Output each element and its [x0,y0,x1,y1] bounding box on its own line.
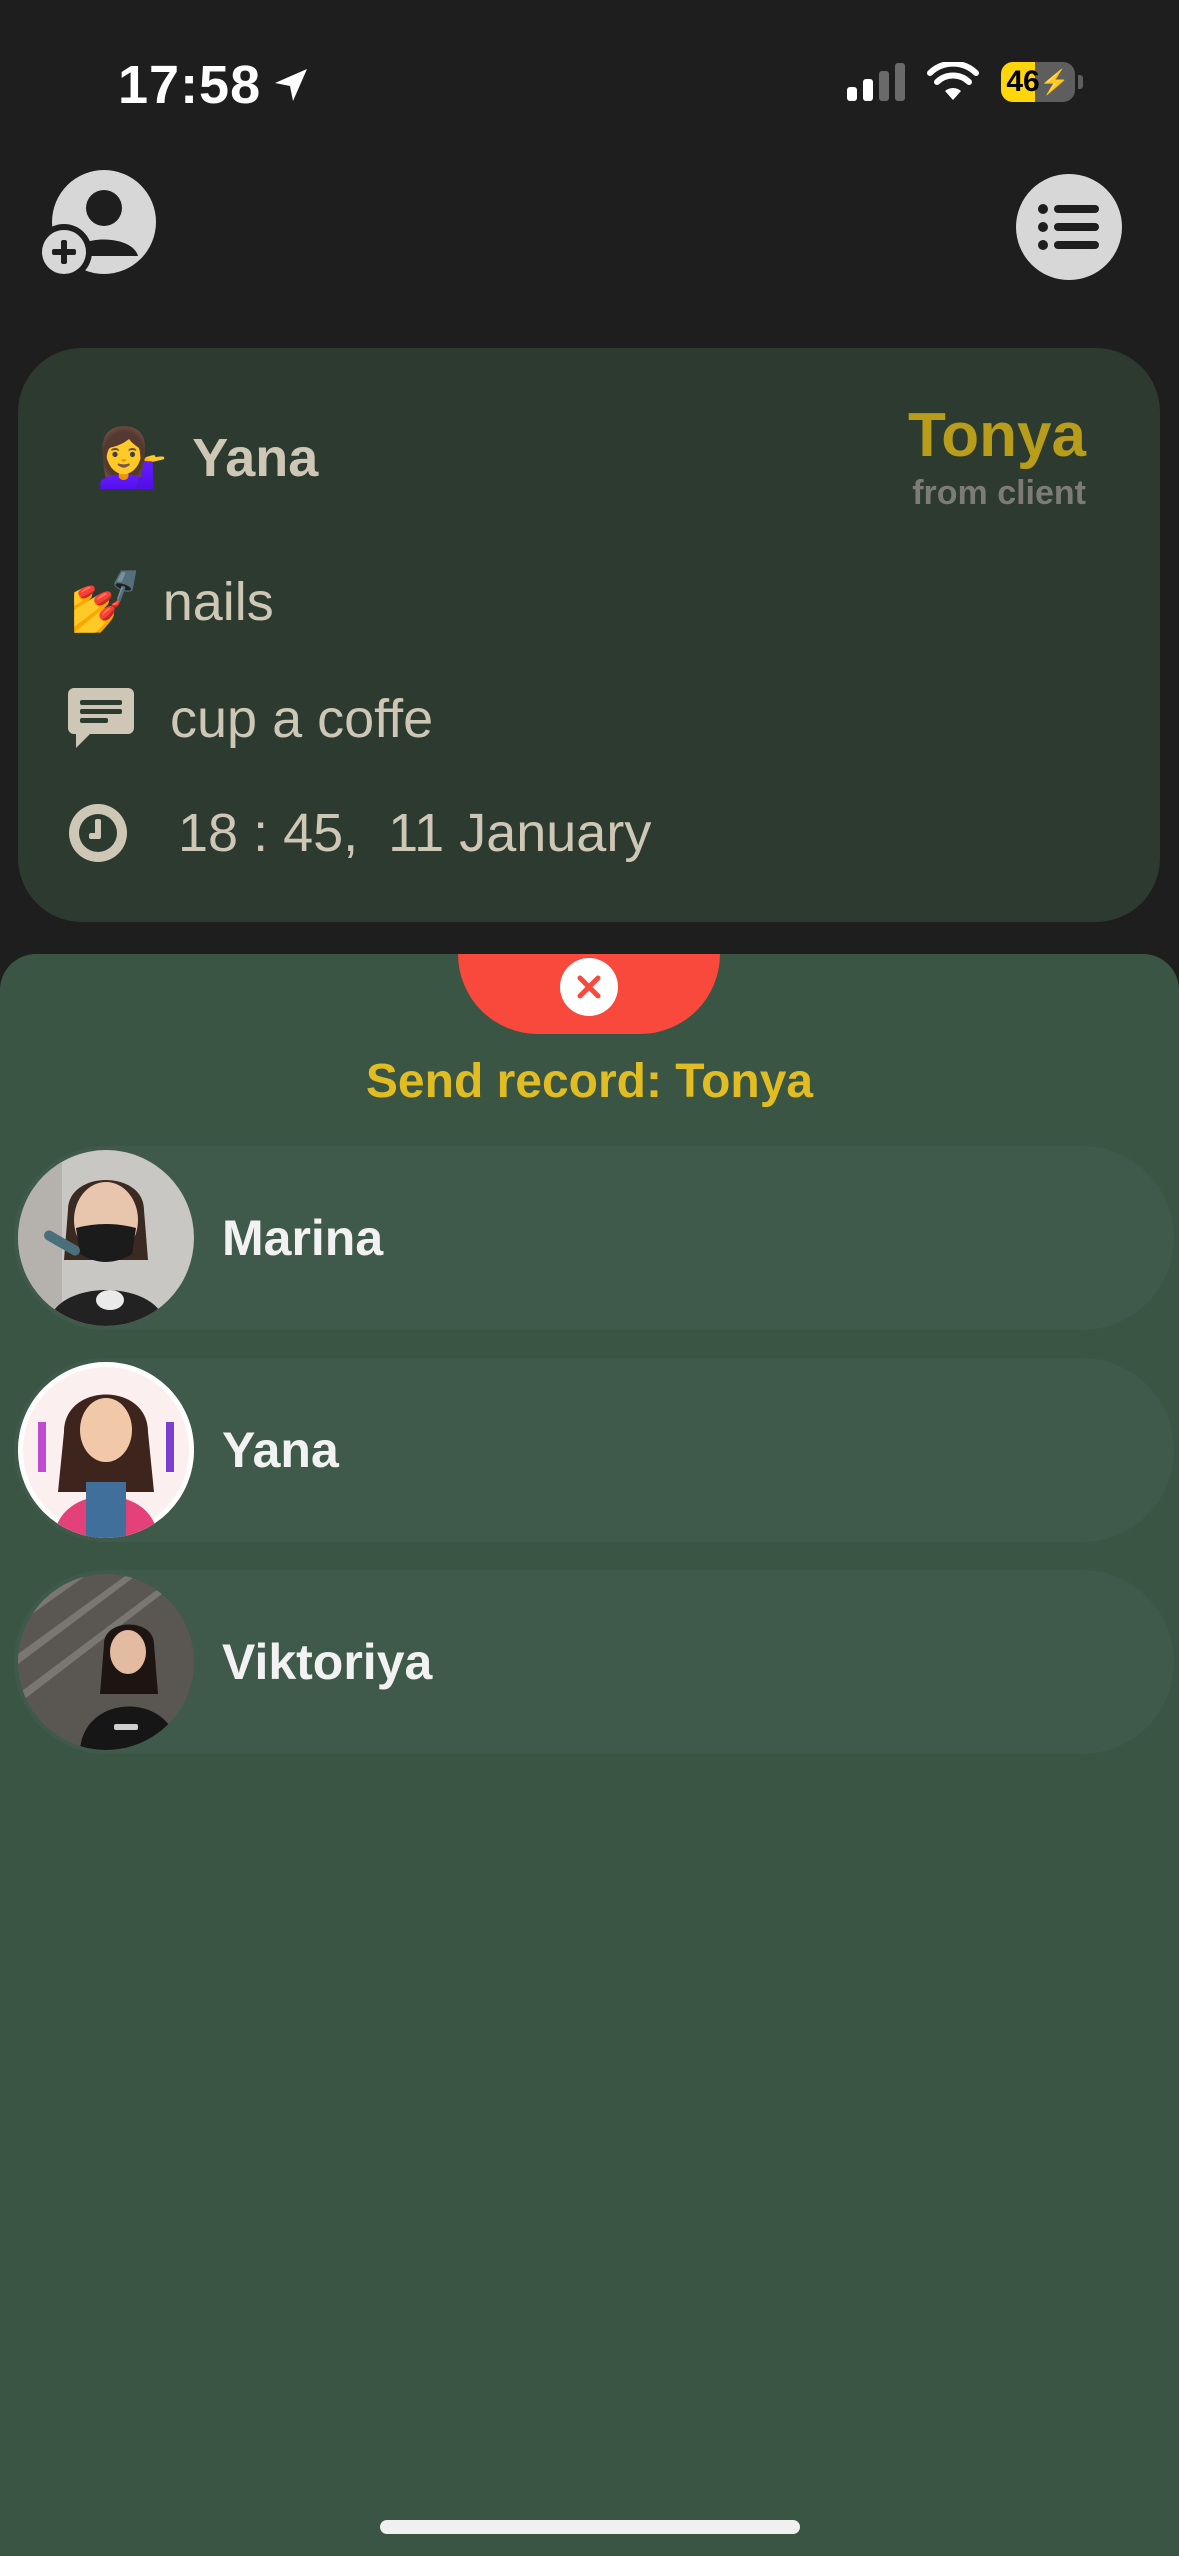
avatar [18,1362,194,1538]
record-client-name: Tonya [908,401,1086,470]
record-service: nails [162,571,274,632]
battery-level: 46 [1006,65,1040,98]
status-time: 17:58 [118,54,311,116]
status-time-text: 17:58 [118,55,262,115]
nail-polish-icon: 💅 [68,568,143,635]
location-arrow-icon [275,69,308,101]
close-sheet-button[interactable] [458,954,720,1034]
master-item-marina[interactable]: Marina [14,1146,1174,1330]
record-service-row: 💅 nails [68,566,274,637]
comment-icon [68,688,134,748]
avatar [18,1150,194,1326]
wifi-icon [927,62,979,100]
record-card[interactable]: 💁‍♀️ Yana Tonya from client 💅 nails cup … [18,348,1160,922]
master-name: Yana [222,1422,339,1478]
cellular-signal-icon [847,63,905,101]
record-datetime: 18 : 45, 11 January [178,803,652,863]
record-client-source: from client [912,474,1086,513]
close-icon [577,975,601,999]
close-circle [560,958,618,1016]
home-indicator[interactable] [380,2520,800,2534]
add-person-icon [36,170,156,280]
record-master: 💁‍♀️ Yana [96,424,318,492]
master-name: Viktoriya [222,1634,433,1690]
record-client: Tonya from client [908,401,1086,513]
master-item-yana[interactable]: Yana [14,1358,1174,1542]
clock-icon [69,804,127,862]
master-name: Marina [222,1210,384,1266]
master-item-viktoriya[interactable]: Viktoriya [14,1570,1174,1754]
record-time-row: 18 : 45, 11 January [68,802,651,864]
battery-icon: 46 ⚡ [1001,62,1083,102]
send-record-sheet: Send record: Tonya Marina Yana Viktoriya [0,954,1179,2556]
avatar [18,1574,194,1750]
list-icon [1038,204,1099,250]
add-client-button[interactable] [36,168,166,280]
record-comment: cup a coffe [170,689,434,749]
record-comment-row: cup a coffe [68,688,433,750]
master-emoji-icon: 💁‍♀️ [96,425,169,490]
status-indicators: 46 ⚡ [847,62,1083,102]
record-master-name: Yana [192,428,319,488]
sheet-title: Send record: Tonya [365,1055,814,1108]
list-menu-button[interactable] [1016,174,1122,280]
